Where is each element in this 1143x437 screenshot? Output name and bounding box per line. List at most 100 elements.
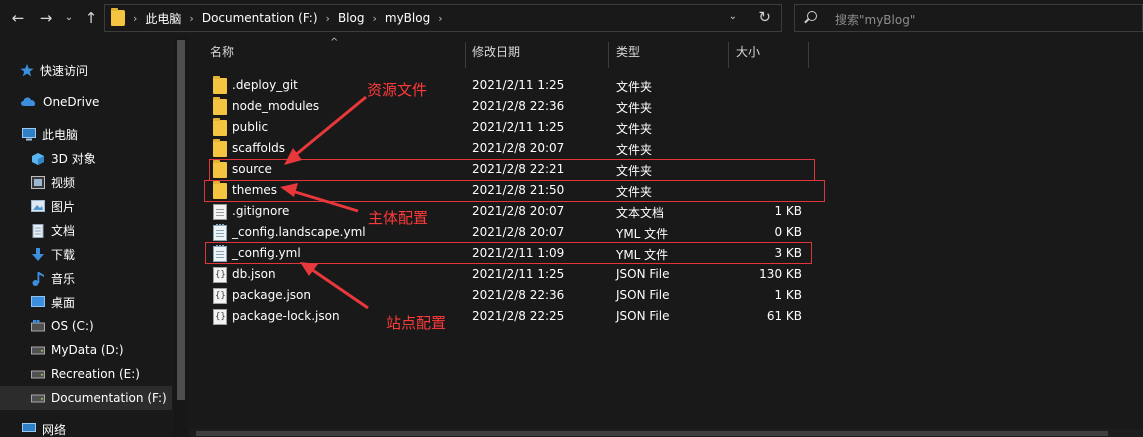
file-name: scaffolds <box>232 141 286 155</box>
file-row[interactable]: package.json 2021/2/8 22:36 JSON File 1 … <box>210 285 810 306</box>
column-divider[interactable] <box>465 42 466 68</box>
column-header-modified[interactable]: 修改日期 <box>472 36 520 68</box>
file-modified: 2021/2/11 1:25 <box>472 78 565 92</box>
cloud-icon <box>20 96 37 108</box>
refresh-icon[interactable]: ↻ <box>758 8 771 26</box>
text-file-icon <box>213 204 227 220</box>
breadcrumb-drive-f[interactable]: Documentation (F:) <box>196 11 324 25</box>
file-name: node_modules <box>232 99 320 113</box>
file-type: 文件夹 <box>616 143 653 157</box>
highlight-box-config <box>205 242 812 264</box>
music-icon <box>31 272 45 286</box>
folder-icon <box>213 139 227 157</box>
sidebar-item-documents[interactable]: 文档 <box>0 218 172 242</box>
sidebar-item-desktop[interactable]: 桌面 <box>0 290 172 314</box>
chevron-right-icon[interactable]: › <box>131 12 139 25</box>
sidebar-item-label: OneDrive <box>43 95 100 109</box>
sidebar-item-mydata-d[interactable]: MyData (D:) <box>0 338 172 362</box>
sidebar-item-pictures[interactable]: 图片 <box>0 194 172 218</box>
breadcrumb-blog[interactable]: Blog <box>332 11 371 25</box>
sidebar-item-os-c[interactable]: OS (C:) <box>0 314 172 338</box>
file-row[interactable]: .gitignore 2021/2/8 20:07 文本文档 1 KB <box>210 201 810 222</box>
file-row[interactable]: node_modules 2021/2/8 22:36 文件夹 <box>210 96 810 117</box>
computer-icon <box>22 128 36 141</box>
column-divider[interactable] <box>608 42 609 68</box>
file-size: 1 KB <box>774 288 802 302</box>
address-bar[interactable]: › 此电脑 › Documentation (F:) › Blog › myBl… <box>104 4 782 32</box>
annotation-label-source: 资源文件 <box>367 81 428 99</box>
picture-icon <box>31 200 45 212</box>
sidebar-item-3d-objects[interactable]: 3D 对象 <box>0 146 172 170</box>
sidebar-item-videos[interactable]: 视频 <box>0 170 172 194</box>
chevron-right-icon[interactable]: › <box>370 12 378 25</box>
breadcrumb-myblog[interactable]: myBlog <box>379 11 436 25</box>
file-modified: 2021/2/8 22:36 <box>472 99 565 113</box>
cube-icon <box>31 152 45 165</box>
file-row[interactable]: public 2021/2/11 1:25 文件夹 <box>210 117 810 138</box>
file-size: 0 KB <box>774 225 802 239</box>
sidebar-item-recreation-e[interactable]: Recreation (E:) <box>0 362 172 386</box>
address-dropdown-icon[interactable]: ⌄ <box>729 11 737 22</box>
sidebar-item-network[interactable]: 网络 <box>0 417 172 437</box>
sidebar-scrollbar-thumb[interactable] <box>177 40 185 400</box>
file-type: YML 文件 <box>616 227 669 241</box>
file-modified: 2021/2/8 22:36 <box>472 288 565 302</box>
file-size: 61 KB <box>766 309 802 323</box>
sidebar-item-label: 网络 <box>42 422 67 437</box>
sidebar-item-music[interactable]: 音乐 <box>0 266 172 290</box>
back-arrow-icon[interactable]: ← <box>8 8 28 28</box>
column-header-type[interactable]: 类型 <box>616 36 640 68</box>
chevron-right-icon[interactable]: › <box>436 12 444 25</box>
desktop-icon <box>31 296 45 308</box>
sidebar-item-downloads[interactable]: 下载 <box>0 242 172 266</box>
sidebar-item-label: 文档 <box>51 223 76 238</box>
file-type: JSON File <box>616 267 670 281</box>
sidebar-item-label: 图片 <box>51 199 76 214</box>
annotation-label-config: 站点配置 <box>386 314 447 332</box>
download-icon <box>31 248 45 261</box>
column-divider[interactable] <box>728 42 729 68</box>
json-file-icon <box>213 288 227 304</box>
file-size: 1 KB <box>774 204 802 218</box>
folder-icon <box>111 8 125 26</box>
forward-arrow-icon[interactable]: → <box>36 8 56 28</box>
json-file-icon <box>213 267 227 283</box>
file-type: JSON File <box>616 288 670 302</box>
annotation-label-themes: 主体配置 <box>368 209 429 227</box>
drive-icon <box>31 344 45 356</box>
up-arrow-icon[interactable]: ↑ <box>82 8 100 28</box>
breadcrumb-this-pc[interactable]: 此电脑 <box>139 10 187 27</box>
horizontal-scrollbar[interactable] <box>190 429 1143 437</box>
chevron-right-icon[interactable]: › <box>187 12 195 25</box>
chevron-right-icon[interactable]: › <box>324 12 332 25</box>
recent-locations-icon[interactable]: ⌄ <box>62 8 76 28</box>
json-file-icon <box>213 309 227 325</box>
sidebar-item-quick-access[interactable]: 快速访问 <box>0 58 172 82</box>
address-toolbar: ← → ⌄ ↑ › 此电脑 › Documentation (F:) › Blo… <box>0 0 1143 36</box>
file-row[interactable]: _config.landscape.yml 2021/2/8 20:07 YML… <box>210 222 810 243</box>
sidebar-item-label: 此电脑 <box>42 127 79 142</box>
sidebar-item-label: 下载 <box>51 247 76 262</box>
file-size: 130 KB <box>759 267 802 281</box>
sidebar-item-this-pc[interactable]: 此电脑 <box>0 122 172 146</box>
horizontal-scrollbar-thumb[interactable] <box>196 431 1108 436</box>
file-row[interactable]: .deploy_git 2021/2/11 1:25 文件夹 <box>210 75 810 96</box>
search-icon <box>807 11 817 21</box>
sort-ascending-icon: ^ <box>330 37 339 48</box>
column-divider[interactable] <box>808 42 809 68</box>
file-row[interactable]: package-lock.json 2021/2/8 22:25 JSON Fi… <box>210 306 810 327</box>
file-name: public <box>232 120 269 134</box>
column-header-size[interactable]: 大小 <box>736 36 760 68</box>
file-modified: 2021/2/8 22:25 <box>472 309 565 323</box>
column-header-name[interactable]: 名称 <box>210 36 234 68</box>
sidebar-item-onedrive[interactable]: OneDrive <box>0 90 172 114</box>
file-name: db.json <box>232 267 276 281</box>
file-row[interactable]: db.json 2021/2/11 1:25 JSON File 130 KB <box>210 264 810 285</box>
breadcrumb: › 此电脑 › Documentation (F:) › Blog › myBl… <box>131 5 445 31</box>
sidebar-scrollbar[interactable] <box>174 36 188 437</box>
sidebar-item-label: OS (C:) <box>51 319 94 333</box>
sidebar-item-documentation-f[interactable]: Documentation (F:) <box>0 386 172 410</box>
search-input[interactable]: 搜索"myBlog" <box>794 4 1143 32</box>
file-type: 文件夹 <box>616 80 653 94</box>
file-row[interactable]: scaffolds 2021/2/8 20:07 文件夹 <box>210 138 810 159</box>
